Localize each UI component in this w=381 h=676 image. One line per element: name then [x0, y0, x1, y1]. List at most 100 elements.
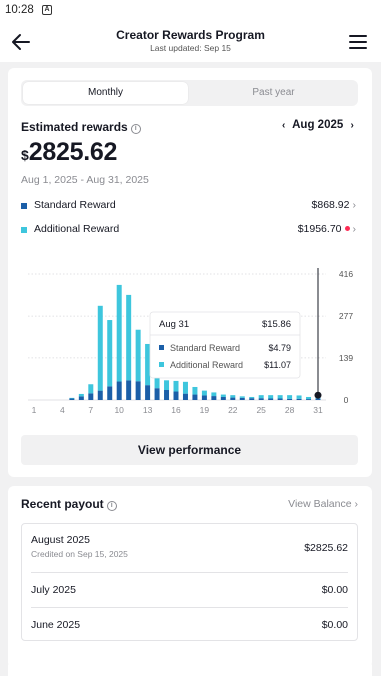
tooltip-total: $15.86	[262, 319, 291, 330]
tooltip-swatch	[159, 345, 164, 350]
payout-row-june[interactable]: June 2025 $0.00	[22, 608, 357, 642]
payout-row-july[interactable]: July 2025 $0.00	[22, 573, 357, 607]
y-tick-label: 139	[339, 353, 353, 363]
bar-standard-reward	[97, 390, 103, 400]
chevron-right-icon: ›	[352, 223, 357, 235]
payout-row-august[interactable]: August 2025 Credited on Sep 15, 2025 $28…	[22, 524, 357, 572]
tab-past-year[interactable]: Past year	[191, 82, 356, 104]
bar-standard-reward	[277, 398, 283, 400]
payout-amount: $0.00	[321, 584, 348, 596]
payout-month: July 2025	[31, 584, 76, 596]
bar-additional-reward	[296, 395, 302, 399]
bar-standard-reward	[173, 391, 179, 400]
legend-amount-row: $868.92 ›	[312, 199, 356, 211]
amount-value: 2825.62	[28, 138, 118, 166]
month-selector: ‹ Aug 2025 ›	[278, 119, 358, 131]
tooltip-swatch	[159, 362, 164, 367]
payout-list: August 2025 Credited on Sep 15, 2025 $28…	[21, 523, 358, 641]
bar-additional-reward	[69, 397, 75, 399]
tab-monthly[interactable]: Monthly	[23, 82, 188, 104]
hamburger-icon[interactable]	[348, 32, 368, 52]
bar-additional-reward	[107, 320, 113, 387]
x-tick-label: 1	[32, 405, 37, 415]
bar-standard-reward	[239, 397, 245, 400]
rewards-bar-chart[interactable]: 416 277 139 0 1 4 7 10 13 16 19 22 25 28 31 Aug 31 $15.8…	[8, 264, 372, 424]
bar-standard-reward	[88, 393, 94, 400]
legend-label: Additional Reward	[34, 223, 120, 235]
bar-additional-reward	[287, 395, 293, 399]
bar-standard-reward	[211, 396, 217, 400]
rewards-card: Monthly Past year Estimated rewards i ‹ A…	[8, 68, 372, 477]
bar-additional-reward	[239, 396, 245, 398]
legend-label: Standard Reward	[34, 199, 116, 211]
y-tick-label: 277	[339, 311, 353, 321]
bar-additional-reward	[249, 396, 255, 399]
bar-standard-reward	[69, 398, 75, 400]
legend-additional-reward[interactable]: Additional Reward $1956.70 ›	[21, 223, 358, 239]
payout-amount: $2825.62	[304, 542, 348, 554]
recent-payout-title: Recent payout	[21, 497, 104, 511]
tooltip-row-value: $4.79	[268, 343, 291, 353]
legend-standard-reward[interactable]: Standard Reward $868.92 ›	[21, 199, 358, 215]
chevron-right-icon: ›	[354, 498, 359, 510]
bar-standard-reward	[220, 396, 226, 400]
bar-standard-reward	[164, 390, 170, 400]
legend-amount: $868.92	[311, 199, 350, 211]
bar-standard-reward	[230, 397, 236, 400]
legend-amount: $1956.70	[297, 223, 342, 235]
bar-standard-reward	[268, 398, 274, 400]
bar-additional-reward	[192, 386, 198, 395]
bar-additional-reward	[182, 381, 188, 394]
tooltip-row-value: $11.07	[264, 360, 291, 370]
bar-standard-reward	[287, 398, 293, 400]
bar-standard-reward	[315, 398, 321, 400]
legend-amount-row: $1956.70 ›	[298, 223, 356, 235]
tooltip-row-label: Additional Reward	[170, 360, 243, 370]
bar-standard-reward	[126, 380, 132, 400]
x-tick-label: 25	[256, 405, 266, 415]
bar-additional-reward	[201, 390, 207, 396]
chevron-right-icon[interactable]: ›	[346, 120, 357, 131]
bar-additional-reward	[135, 329, 141, 382]
view-balance-link[interactable]: View Balance ›	[288, 498, 358, 510]
currency-symbol: $	[21, 147, 29, 163]
x-tick-label: 7	[88, 405, 93, 415]
bar-standard-reward	[296, 398, 302, 400]
bar-standard-reward	[182, 393, 188, 400]
bar-standard-reward	[201, 395, 207, 400]
bar-additional-reward	[145, 343, 151, 386]
bar-standard-reward	[135, 381, 141, 400]
bar-additional-reward	[88, 384, 94, 394]
bar-standard-reward	[154, 388, 160, 400]
x-tick-label: 10	[114, 405, 124, 415]
tooltip-row-label: Standard Reward	[170, 343, 240, 353]
tooltip-date: Aug 31	[159, 319, 189, 330]
bar-additional-reward	[164, 380, 170, 391]
view-performance-button[interactable]: View performance	[21, 435, 358, 465]
recent-payout-heading: Recent payout i	[21, 497, 117, 511]
y-tick-label: 416	[339, 269, 353, 279]
info-icon[interactable]: i	[106, 501, 117, 511]
chevron-left-icon[interactable]: ‹	[278, 120, 289, 131]
period-tabs: Monthly Past year	[21, 80, 358, 106]
bar-standard-reward	[78, 396, 84, 400]
info-icon[interactable]: i	[130, 124, 141, 134]
bar-standard-reward	[249, 398, 255, 400]
bar-standard-reward	[116, 381, 122, 400]
bar-additional-reward	[220, 394, 226, 397]
bar-standard-reward	[306, 399, 312, 400]
selection-dot	[314, 391, 322, 399]
next-card	[8, 660, 372, 676]
chevron-right-icon: ›	[352, 199, 357, 211]
bar-additional-reward	[258, 395, 264, 399]
bar-additional-reward	[277, 395, 283, 399]
bar-additional-reward	[173, 380, 179, 392]
status-time: 10:28	[5, 4, 34, 16]
x-tick-label: 13	[143, 405, 153, 415]
x-tick-label: 28	[285, 405, 295, 415]
bar-additional-reward	[78, 393, 84, 397]
total-amount: $2825.62	[21, 138, 117, 167]
recent-payout-card: Recent payout i View Balance › August 202…	[8, 486, 372, 668]
bar-additional-reward	[306, 396, 312, 400]
payout-month: June 2025	[31, 619, 81, 631]
